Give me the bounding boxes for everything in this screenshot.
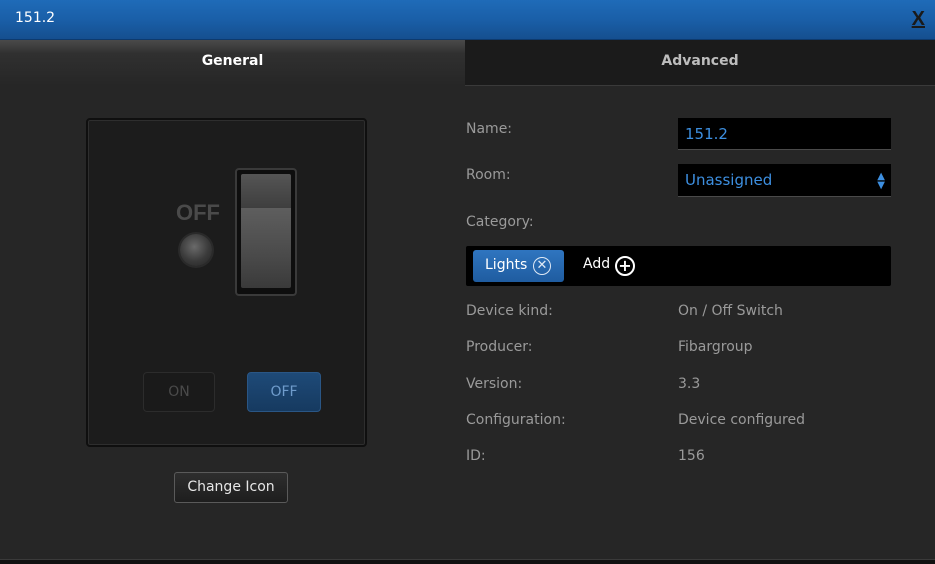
- add-label: Add: [583, 256, 611, 272]
- room-select[interactable]: Unassigned ▲ ▼: [678, 164, 891, 197]
- category-label: Category:: [466, 214, 534, 230]
- plus-circle-icon: +: [615, 256, 635, 276]
- close-icon[interactable]: X: [912, 8, 925, 31]
- device-dialog: 151.2 X General Advanced OFF ON OFF Chan…: [0, 0, 935, 564]
- category-tags: Lights ✕ Add +: [466, 246, 891, 286]
- title-bar: 151.2 X: [0, 0, 935, 40]
- configuration-value: Device configured: [678, 412, 805, 428]
- window-title: 151.2: [15, 10, 56, 26]
- tab-bar: General Advanced: [0, 40, 935, 87]
- bottom-border: [0, 559, 935, 564]
- name-label: Name:: [466, 121, 513, 137]
- close-circle-icon[interactable]: ✕: [533, 257, 551, 275]
- device-icon-panel: OFF ON OFF: [86, 118, 367, 447]
- room-label: Room:: [466, 167, 511, 183]
- chip-label: Lights: [485, 257, 528, 273]
- id-label: ID:: [466, 448, 486, 464]
- select-arrows-icon: ▲ ▼: [877, 171, 885, 191]
- id-value: 156: [678, 448, 705, 464]
- rocker-switch-icon: [235, 168, 297, 296]
- change-icon-button[interactable]: Change Icon: [174, 472, 288, 503]
- indicator-led-icon: [180, 234, 212, 266]
- on-button[interactable]: ON: [143, 372, 215, 412]
- rocker-bottom-face: [241, 208, 291, 288]
- tab-advanced[interactable]: Advanced: [465, 40, 935, 86]
- version-value: 3.3: [678, 376, 701, 392]
- tab-general[interactable]: General: [0, 40, 465, 86]
- room-selected-value: Unassigned: [685, 171, 773, 189]
- rocker-top-face: [241, 174, 291, 208]
- configuration-label: Configuration:: [466, 412, 566, 428]
- device-kind-label: Device kind:: [466, 303, 553, 319]
- name-field[interactable]: [678, 118, 891, 150]
- version-label: Version:: [466, 376, 523, 392]
- producer-label: Producer:: [466, 339, 533, 355]
- device-kind-value: On / Off Switch: [678, 303, 783, 319]
- switch-state-text: OFF: [176, 200, 220, 225]
- producer-value: Fibargroup: [678, 339, 753, 355]
- off-button[interactable]: OFF: [247, 372, 321, 412]
- category-chip-lights[interactable]: Lights ✕: [473, 250, 564, 282]
